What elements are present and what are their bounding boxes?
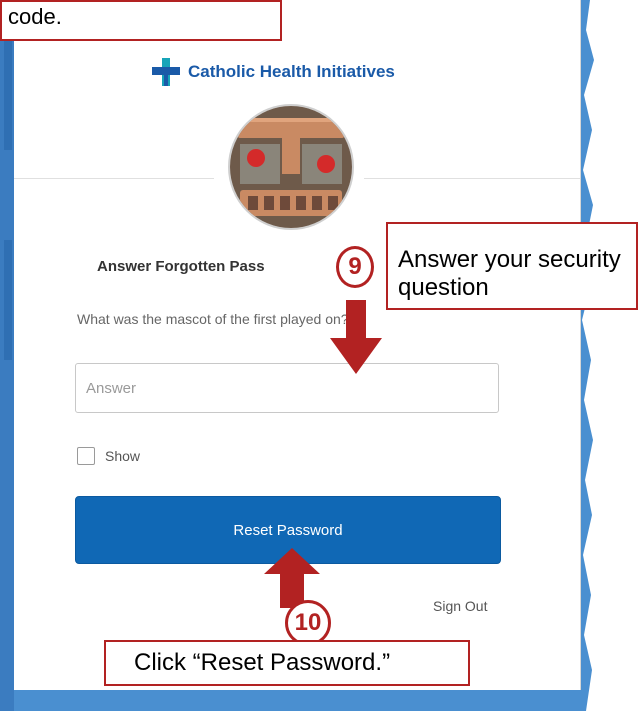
cross-logo-icon [150,56,182,88]
torn-edge [580,0,638,711]
left-sidebar-strip [0,0,14,711]
org-name: Catholic Health Initiatives [188,62,395,81]
step9-text: Answer your security question [398,246,621,301]
step10-number: 10 [294,609,322,636]
red-arrow-icon [264,548,320,608]
show-toggle[interactable]: Show [77,447,140,465]
sign-out-link[interactable]: Sign Out [433,598,487,614]
robot-face-avatar [230,106,352,228]
show-label: Show [105,448,141,464]
divider-left [14,178,214,179]
answer-input[interactable] [75,363,499,413]
red-arrow-icon [330,300,382,374]
top-instruction-callout: code. [0,0,282,41]
avatar [228,104,354,230]
step9-callout: Answer your security question [386,222,638,310]
divider-right [364,178,580,179]
step10-text: Click “Reset Password.” [134,649,391,676]
step10-callout: Click “Reset Password.” [104,640,470,686]
org-logo: Catholic Health Initiatives [150,55,395,89]
step9-number: 9 [348,253,362,280]
top-instruction-text: code. [8,4,62,29]
page-heading: Answer Forgotten Pass [97,258,265,275]
show-checkbox[interactable] [77,447,95,465]
step9-badge: 9 [336,246,374,288]
